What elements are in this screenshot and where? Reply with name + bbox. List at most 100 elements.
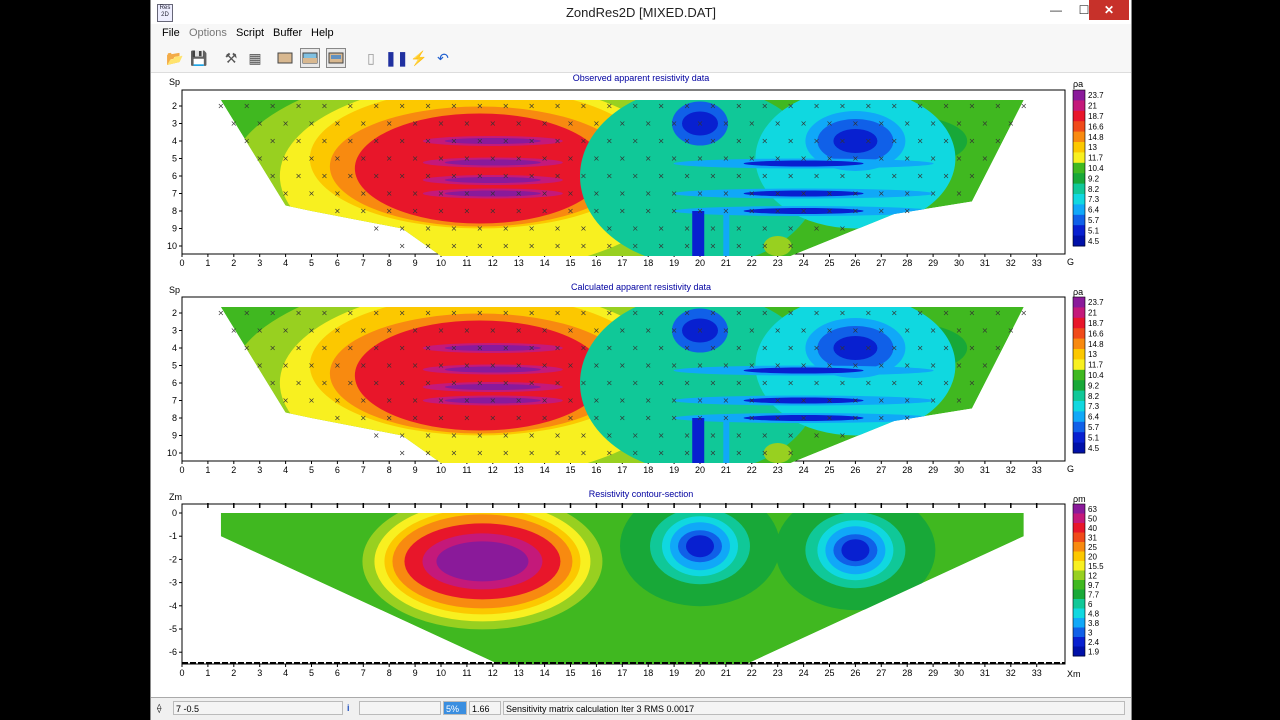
- y-tick-label: 8: [172, 413, 177, 423]
- resistivity-section-plot[interactable]: 0-1-2-3-4-5-60 1 2 3 4 5 6 7 8 9 10 11 12 13 14 15 16 17 1…: [151, 498, 1131, 688]
- x-tick-label: 19: [669, 258, 679, 268]
- color-swatch: [1073, 162, 1085, 174]
- color-scale-label: 9.2: [1088, 381, 1100, 390]
- color-scale-label: 7.3: [1088, 402, 1100, 411]
- color-scale-label: 63: [1088, 505, 1097, 514]
- color-scale-label: 9.7: [1088, 581, 1100, 590]
- title-bar[interactable]: Res 2D ZondRes2D [MIXED.DAT] — ☐ ✕: [151, 0, 1131, 24]
- menu-buffer[interactable]: Buffer: [273, 27, 302, 39]
- color-scale-label: 14.8: [1088, 340, 1104, 349]
- x-tick-label: 19: [669, 465, 679, 475]
- x-tick-label: 16: [591, 465, 601, 475]
- x-tick-label: 19: [669, 668, 679, 678]
- section-view-icon[interactable]: [275, 48, 295, 68]
- pause-icon[interactable]: ❚❚: [385, 48, 408, 68]
- y-tick-label: -1: [169, 531, 177, 541]
- menu-help[interactable]: Help: [311, 27, 334, 39]
- x-tick-label: 4: [283, 668, 288, 678]
- x-tick-label: 0: [179, 465, 184, 475]
- color-swatch: [1073, 307, 1085, 319]
- x-tick-label: 33: [1032, 465, 1042, 475]
- zone-red: [354, 320, 605, 431]
- x-tick-label: 22: [747, 668, 757, 678]
- color-swatch: [1073, 173, 1085, 185]
- menu-file[interactable]: File: [162, 27, 180, 39]
- menu-script[interactable]: Script: [236, 27, 264, 39]
- color-scale-label: 11.7: [1088, 361, 1104, 370]
- color-swatch: [1073, 561, 1085, 571]
- x-tick-label: 6: [335, 668, 340, 678]
- info-icon[interactable]: i: [345, 701, 357, 715]
- color-swatch: [1073, 121, 1085, 133]
- cursor-icon: ⟠: [157, 703, 162, 713]
- color-scale-label: 2.4: [1088, 638, 1100, 647]
- x-tick-label: 33: [1032, 258, 1042, 268]
- x-tick-label: 17: [617, 465, 627, 475]
- stripe-purple: [444, 345, 541, 351]
- x-tick-label: 24: [799, 668, 809, 678]
- open-folder-icon[interactable]: 📂: [165, 48, 185, 68]
- section-view-icon-2[interactable]: [300, 48, 320, 68]
- color-scale-label: 20: [1088, 552, 1097, 561]
- page-icon[interactable]: ▯: [361, 48, 381, 68]
- section-view-icon-3[interactable]: [326, 48, 346, 68]
- x-tick-label: 27: [876, 465, 886, 475]
- x-tick-label: 12: [488, 668, 498, 678]
- x-tick-label: 14: [540, 258, 550, 268]
- color-scale-label: 7.3: [1088, 195, 1100, 204]
- x-tick-label: 30: [954, 668, 964, 678]
- x-tick-label: 12: [488, 465, 498, 475]
- color-scale-label: 6.4: [1088, 206, 1100, 215]
- color-swatch: [1073, 551, 1085, 562]
- color-scale-label: 6: [1088, 600, 1093, 609]
- x-tick-label: 28: [902, 465, 912, 475]
- x-tick-label: 1: [205, 258, 210, 268]
- x-tick-label: 1: [205, 668, 210, 678]
- undo-icon[interactable]: ↶: [433, 48, 453, 68]
- color-swatch: [1073, 390, 1085, 402]
- x-tick-label: 6: [335, 258, 340, 268]
- x-tick-label: 1: [205, 465, 210, 475]
- color-scale-label: 15.5: [1088, 562, 1104, 571]
- y-tick-label: 4: [172, 136, 177, 146]
- x-tick-label: 20: [695, 465, 705, 475]
- close-button[interactable]: ✕: [1089, 0, 1129, 20]
- app-window: Res 2D ZondRes2D [MIXED.DAT] — ☐ ✕ File O…: [150, 0, 1132, 720]
- conductive-body-contour: [841, 539, 870, 562]
- x-tick-label: 23: [773, 258, 783, 268]
- y-tick-label: 0: [172, 508, 177, 518]
- save-icon[interactable]: 💾: [189, 48, 209, 68]
- menu-options[interactable]: Options: [189, 27, 227, 39]
- tools-icon[interactable]: ⚒: [221, 48, 241, 68]
- color-scale-label: 4.5: [1088, 444, 1100, 453]
- color-swatch: [1073, 513, 1085, 524]
- color-swatch: [1073, 338, 1085, 350]
- x-tick-label: 21: [721, 465, 731, 475]
- minimize-button[interactable]: —: [1041, 0, 1071, 20]
- lightning-id-icon[interactable]: ⚡: [409, 48, 429, 68]
- color-scale-label: 10.4: [1088, 164, 1104, 173]
- calculated-section-plot[interactable]: 23456789100 1 2 3 4 5 6 7 8 9 10 11 12 13 14 15 16 17 18 19…: [151, 291, 1131, 481]
- x-tick-label: 3: [257, 465, 262, 475]
- status-empty: [359, 701, 441, 715]
- color-swatch: [1073, 504, 1085, 514]
- stripe-purple: [444, 366, 541, 373]
- x-tick-label: 0: [179, 668, 184, 678]
- x-tick-label: 8: [387, 465, 392, 475]
- color-swatch: [1073, 235, 1085, 247]
- x-tick-label: 33: [1032, 668, 1042, 678]
- color-swatch: [1073, 214, 1085, 226]
- color-scale-label: 5.7: [1088, 216, 1100, 225]
- color-swatch: [1073, 523, 1085, 533]
- x-tick-label: 32: [1006, 258, 1016, 268]
- color-scale-label: 4.5: [1088, 237, 1100, 246]
- x-tick-label: 20: [695, 258, 705, 268]
- x-tick-label: 29: [928, 465, 938, 475]
- color-scale-label: 23.7: [1088, 91, 1104, 100]
- y-tick-label: -3: [169, 578, 177, 588]
- stripe-purple: [444, 384, 541, 390]
- table-icon[interactable]: ▦: [245, 48, 265, 68]
- progress-percent: 5%: [443, 701, 467, 715]
- observed-section-plot[interactable]: 23456789100 1 2 3 4 5 6 7 8 9 10 11 12 13 14 15 16 17 18 19…: [151, 84, 1131, 274]
- color-swatch: [1073, 183, 1085, 195]
